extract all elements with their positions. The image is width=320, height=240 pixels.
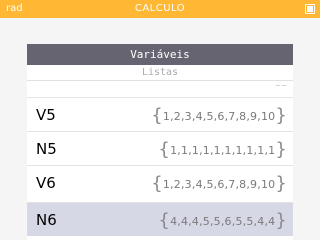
variables-panel: Variáveis Listas ⌣⌣ V5 {1,2,3,4,5,6,7,8,… [27,44,293,240]
variable-name: N5 [36,140,57,158]
scroll-more-icon: ⌣⌣ [275,81,287,91]
variable-value: {4,4,4,5,5,6,5,5,4,4} [158,210,287,231]
variable-name: N6 [36,211,57,229]
section-tab-lists[interactable]: Listas [27,65,293,81]
variable-value: {1,1,1,1,1,1,1,1,1,1} [158,139,287,160]
app-title: CALCULO [134,3,186,14]
list-item[interactable]: V5 {1,2,3,4,5,6,7,8,9,10} [27,97,293,131]
variable-name: V6 [36,174,56,192]
variable-value: {1,2,3,4,5,6,7,8,9,10} [151,105,287,126]
status-bar: rad CALCULO [0,0,320,18]
battery-icon [305,4,315,14]
panel-title: Variáveis [27,44,293,65]
variable-value: {1,2,3,4,5,6,7,8,9,10} [151,173,287,194]
list-item[interactable]: N5 {1,1,1,1,1,1,1,1,1,1} [27,131,293,165]
variable-name: V5 [36,106,56,124]
list-item-selected[interactable]: N6 {4,4,4,5,5,6,5,5,4,4} [27,202,293,236]
list-item[interactable]: V6 {1,2,3,4,5,6,7,8,9,10} [27,165,293,199]
